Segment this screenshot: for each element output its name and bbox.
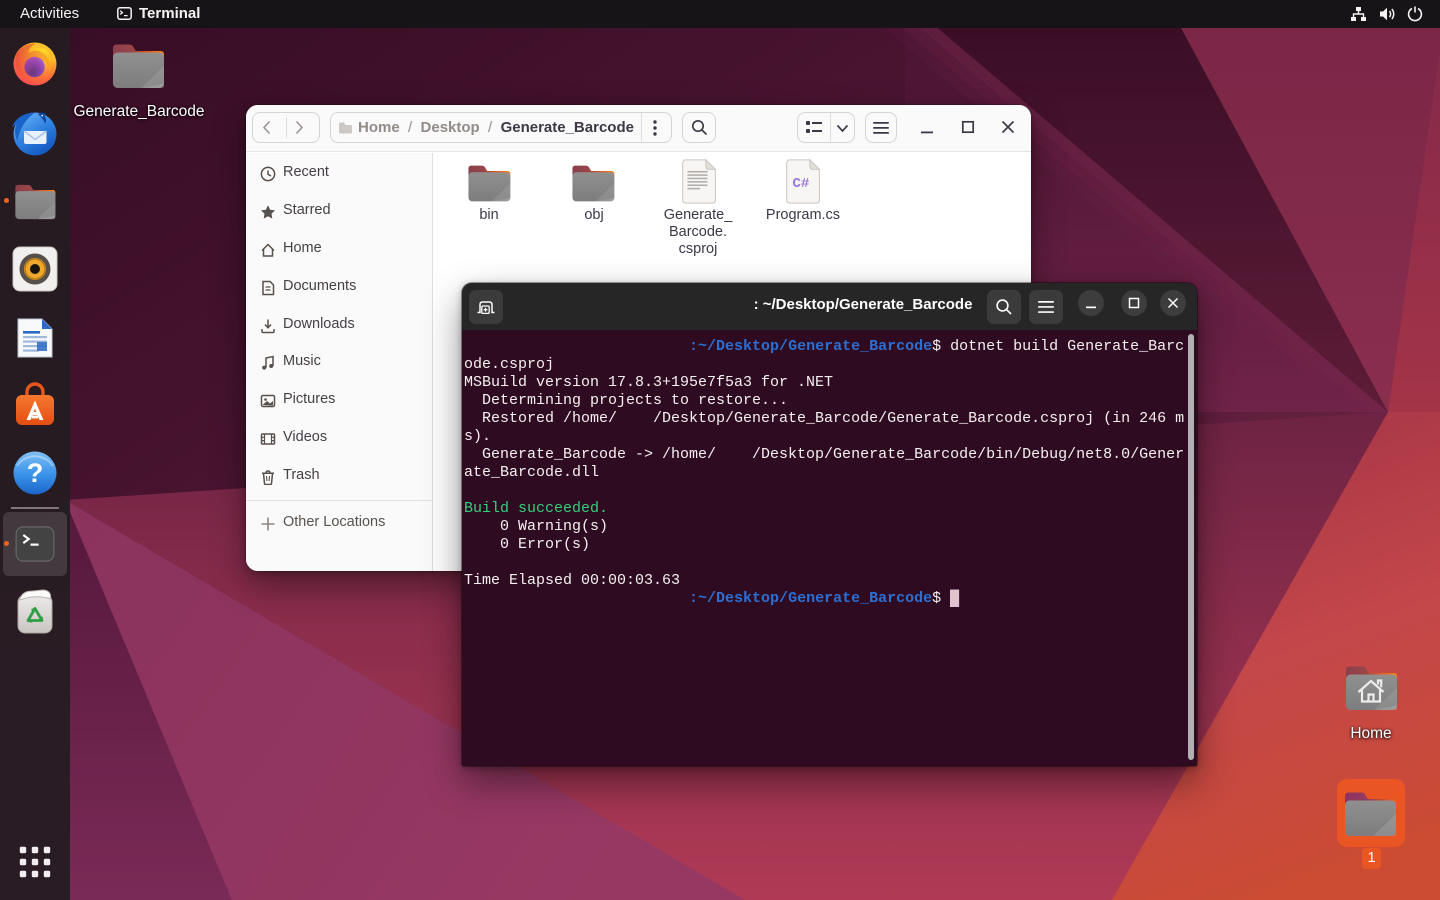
- svg-text:?: ?: [27, 458, 44, 488]
- svg-text:C#: C#: [792, 176, 810, 192]
